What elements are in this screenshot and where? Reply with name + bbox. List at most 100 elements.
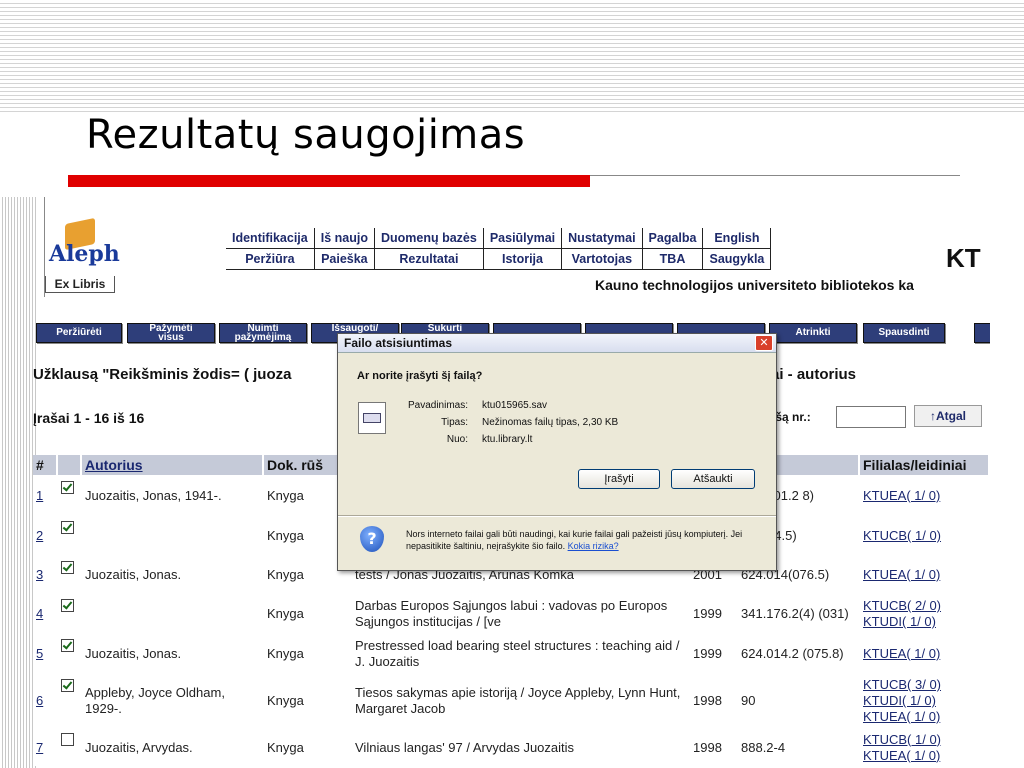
main-navigation: Identifikacija Iš naujo Duomenų bazės Pa… bbox=[226, 228, 772, 270]
branch-link[interactable]: KTUCB( 3/ 0) bbox=[863, 677, 985, 693]
print-button[interactable]: Spausdinti bbox=[863, 323, 945, 343]
file-download-dialog: Failo atsisiuntimas ✕ Ar norite įrašyti … bbox=[337, 333, 777, 571]
col-author[interactable]: Autorius bbox=[81, 455, 264, 476]
nav-results[interactable]: Rezultatai bbox=[374, 248, 484, 270]
row-author: Juozaitis, Arvydas. bbox=[81, 727, 264, 766]
back-button[interactable]: ↑Atgal bbox=[914, 405, 982, 427]
mark-all-label-2: visus bbox=[158, 332, 184, 343]
view-button[interactable]: Peržiūrėti bbox=[36, 323, 122, 343]
risk-link[interactable]: Kokia rizika? bbox=[568, 541, 619, 551]
row-branches: KTUEA( 1/ 0) bbox=[859, 633, 990, 674]
row-checkbox[interactable] bbox=[61, 679, 74, 692]
dialog-title: Failo atsisiuntimas bbox=[338, 334, 776, 353]
row-author bbox=[81, 515, 264, 556]
row-udk: 90 bbox=[737, 673, 860, 728]
row-udk: 624.014.2 (075.8) bbox=[737, 633, 860, 674]
branch-link[interactable]: KTUEA( 1/ 0) bbox=[863, 748, 985, 764]
nav-restart[interactable]: Iš naujo bbox=[314, 228, 375, 249]
row-branches: KTUCB( 1/ 0) KTUEA( 1/ 0) bbox=[859, 727, 990, 766]
nav-history[interactable]: Istorija bbox=[483, 248, 563, 270]
more-action-button[interactable] bbox=[974, 323, 990, 343]
table-row: 6 Appleby, Joyce Oldham, 1929-. Knyga Ti… bbox=[33, 673, 990, 728]
row-checkbox[interactable] bbox=[61, 481, 74, 494]
row-type: Knyga bbox=[263, 727, 352, 766]
goto-record-input[interactable] bbox=[836, 406, 906, 428]
row-checkbox[interactable] bbox=[61, 561, 74, 574]
branch-link[interactable]: KTUEA( 1/ 0) bbox=[863, 646, 985, 662]
file-name-value: ktu015965.sav bbox=[482, 400, 548, 411]
brand-short: KT bbox=[946, 243, 981, 273]
row-number-link[interactable]: 5 bbox=[33, 633, 58, 674]
cancel-button[interactable]: Atšaukti bbox=[671, 469, 755, 489]
col-branches: Filialas/leidiniai bbox=[859, 455, 990, 476]
row-checkbox[interactable] bbox=[61, 599, 74, 612]
row-author bbox=[81, 593, 264, 634]
file-type-label: Tipas: bbox=[441, 417, 468, 428]
row-number-link[interactable]: 3 bbox=[33, 555, 58, 594]
security-shield-icon: ? bbox=[360, 526, 384, 552]
left-frame bbox=[36, 197, 45, 297]
unmark-label-2: pažymėjimą bbox=[234, 332, 292, 343]
row-author: Juozaitis, Jonas, 1941-. bbox=[81, 475, 264, 516]
aleph-screenshot: Aleph Ex Libris Identifikacija Iš naujo … bbox=[0, 197, 990, 768]
nav-storage[interactable]: Saugykla bbox=[702, 248, 772, 270]
branch-link[interactable]: KTUCB( 1/ 0) bbox=[863, 732, 985, 748]
row-checkbox[interactable] bbox=[61, 639, 74, 652]
branch-link[interactable]: KTUDI( 1/ 0) bbox=[863, 693, 985, 709]
row-number-link[interactable]: 4 bbox=[33, 593, 58, 634]
nav-search[interactable]: Paieška bbox=[314, 248, 375, 270]
row-title[interactable]: Prestressed load bearing steel structure… bbox=[351, 633, 690, 674]
row-number-link[interactable]: 7 bbox=[33, 727, 58, 766]
branch-link[interactable]: KTUDI( 1/ 0) bbox=[863, 614, 985, 630]
title-underline-thin bbox=[590, 175, 960, 176]
nav-identification[interactable]: Identifikacija bbox=[226, 228, 315, 249]
select-button[interactable]: Atrinkti bbox=[769, 323, 857, 343]
row-type: Knyga bbox=[263, 593, 352, 634]
row-checkbox-cell bbox=[57, 633, 82, 674]
branch-link[interactable]: KTUEA( 1/ 0) bbox=[863, 488, 985, 504]
row-author: Appleby, Joyce Oldham, 1929-. bbox=[81, 673, 264, 728]
row-year: 1999 bbox=[689, 593, 738, 634]
save-file-button[interactable]: Įrašyti bbox=[578, 469, 660, 489]
branch-link[interactable]: KTUEA( 1/ 0) bbox=[863, 567, 985, 583]
row-checkbox-cell bbox=[57, 727, 82, 766]
row-number-link[interactable]: 2 bbox=[33, 515, 58, 556]
row-title[interactable]: Tiesos sakymas apie istoriją / Joyce App… bbox=[351, 673, 690, 728]
branch-link[interactable]: KTUCB( 1/ 0) bbox=[863, 528, 985, 544]
security-warning: Nors interneto failai gali būti naudingi… bbox=[406, 528, 766, 552]
branch-link[interactable]: KTUCB( 2/ 0) bbox=[863, 598, 985, 614]
row-title[interactable]: Vilniaus langas' 97 / Arvydas Juozaitis bbox=[351, 727, 690, 766]
unmark-button[interactable]: Nuimti pažymėjimą bbox=[219, 323, 307, 343]
exlibris-label[interactable]: Ex Libris bbox=[45, 276, 115, 293]
row-type: Knyga bbox=[263, 673, 352, 728]
dialog-question: Ar norite įrašyti šį failą? bbox=[357, 370, 483, 382]
nav-english[interactable]: English bbox=[702, 228, 772, 249]
row-number-link[interactable]: 6 bbox=[33, 673, 58, 728]
nav-databases[interactable]: Duomenų bazės bbox=[374, 228, 484, 249]
nav-browse[interactable]: Peržiūra bbox=[226, 248, 315, 270]
nav-help[interactable]: Pagalba bbox=[642, 228, 704, 249]
row-checkbox[interactable] bbox=[61, 733, 74, 746]
row-udk: 888.2-4 bbox=[737, 727, 860, 766]
row-branches: KTUCB( 2/ 0) KTUDI( 1/ 0) bbox=[859, 593, 990, 634]
row-title[interactable]: Darbas Europos Sąjungos labui : vadovas … bbox=[351, 593, 690, 634]
nav-settings[interactable]: Nustatymai bbox=[561, 228, 643, 249]
file-icon bbox=[358, 402, 386, 434]
row-checkbox[interactable] bbox=[61, 521, 74, 534]
branch-link[interactable]: KTUEA( 1/ 0) bbox=[863, 709, 985, 725]
query-description-tail: ai - autorius bbox=[771, 366, 857, 383]
row-branches: KTUEA( 1/ 0) bbox=[859, 555, 990, 594]
slide-background-stripes bbox=[0, 0, 1024, 112]
row-branches: KTUCB( 3/ 0) KTUDI( 1/ 0) KTUEA( 1/ 0) bbox=[859, 673, 990, 728]
row-number-link[interactable]: 1 bbox=[33, 475, 58, 516]
row-year: 1998 bbox=[689, 727, 738, 766]
mark-all-button[interactable]: Pažymėti visus bbox=[127, 323, 215, 343]
file-source-value: ktu.library.lt bbox=[482, 434, 533, 445]
nav-user[interactable]: Vartotojas bbox=[561, 248, 643, 270]
nav-suggestions[interactable]: Pasiūlymai bbox=[483, 228, 563, 249]
institution-name: Kauno technologijos universiteto bibliot… bbox=[595, 277, 914, 293]
nav-tba[interactable]: TBA bbox=[642, 248, 704, 270]
row-author: Juozaitis, Jonas. bbox=[81, 555, 264, 594]
close-icon[interactable]: ✕ bbox=[755, 335, 773, 351]
aleph-logo[interactable]: Aleph bbox=[45, 217, 120, 271]
